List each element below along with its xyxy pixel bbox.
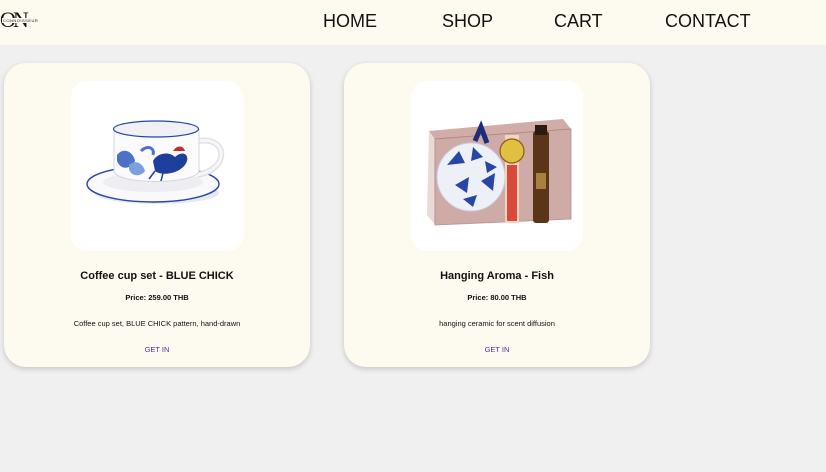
logo-wordmark: CONNOISSEUR <box>2 18 40 23</box>
nav-contact-link[interactable]: CONTACT <box>665 10 751 32</box>
product-price: Price: 80.00 THB <box>467 293 527 302</box>
product-description: hanging ceramic for scent diffusion <box>439 319 555 328</box>
product-title: Coffee cup set - BLUE CHICK <box>80 270 234 282</box>
nav-cart-link[interactable]: CART <box>554 10 603 32</box>
header-bar: ON CONNOISSEUR HOME SHOP CART CONTACT <box>0 0 826 45</box>
coffee-cup-image <box>86 120 225 204</box>
product-price: Price: 259.00 THB <box>125 293 189 302</box>
get-in-link[interactable]: GET IN <box>344 345 650 355</box>
product-card: Coffee cup set - BLUE CHICK Price: 259.0… <box>4 63 310 367</box>
hanging-aroma-image <box>427 119 572 226</box>
product-card: Hanging Aroma - Fish Price: 80.00 THB ha… <box>344 63 650 367</box>
nav-shop-link[interactable]: SHOP <box>442 10 493 32</box>
product-image-frame <box>71 81 243 251</box>
product-image-frame <box>411 81 583 251</box>
product-description: Coffee cup set, BLUE CHICK pattern, hand… <box>73 319 241 328</box>
nav-home-link[interactable]: HOME <box>323 10 377 32</box>
product-title: Hanging Aroma - Fish <box>440 270 554 282</box>
brand-logo[interactable]: ON CONNOISSEUR <box>0 7 44 33</box>
get-in-link[interactable]: GET IN <box>4 345 310 355</box>
